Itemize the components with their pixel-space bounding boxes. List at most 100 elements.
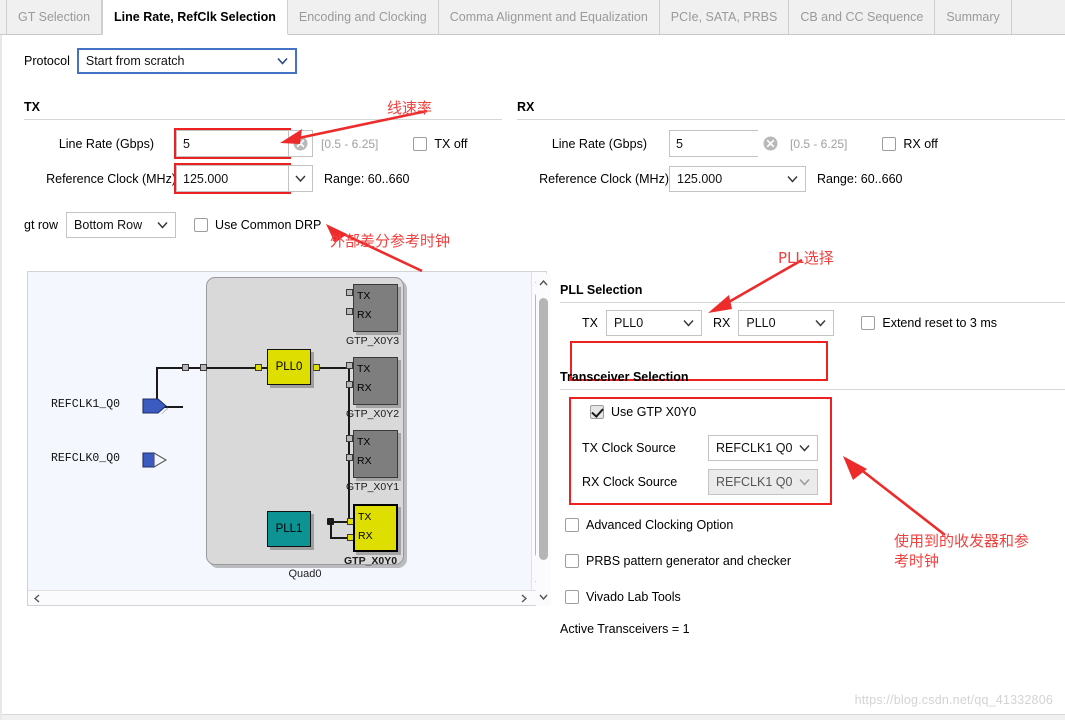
clear-circle-x-icon bbox=[763, 136, 777, 151]
tx-refclk-input[interactable]: 125.000 bbox=[174, 163, 291, 194]
gtp-x0y1-block[interactable]: TX RX bbox=[353, 430, 398, 478]
tx-off-label: TX off bbox=[434, 136, 468, 151]
line-rate-annotation-text: 线速率 bbox=[387, 99, 433, 117]
wire-pin-pll0-in bbox=[255, 364, 262, 371]
chevron-down-icon bbox=[787, 175, 798, 183]
checkbox-box bbox=[565, 554, 579, 568]
tx-section-title: TX bbox=[24, 100, 40, 114]
chevron-down-icon bbox=[277, 57, 288, 65]
tx-section-rule bbox=[24, 119, 502, 120]
pll0-block[interactable]: PLL0 bbox=[267, 349, 311, 385]
scroll-down-arrow-icon[interactable] bbox=[536, 589, 551, 605]
right-pane-vertical-scrollbar[interactable] bbox=[536, 274, 551, 606]
gtp0-tx-port-label: TX bbox=[358, 511, 372, 523]
rx-line-rate-range: [0.5 - 6.25] bbox=[790, 136, 848, 151]
tx-line-rate-clear-button[interactable] bbox=[289, 130, 313, 157]
pll-selection-rule bbox=[560, 302, 1065, 303]
gtp1-tx-port-label: TX bbox=[357, 436, 371, 448]
gt-row-row: gt row Bottom Row Use Common DRP bbox=[24, 212, 321, 238]
tab-label: Summary bbox=[946, 10, 1000, 24]
gtp3-tx-pin bbox=[346, 289, 353, 296]
protocol-select[interactable]: Start from scratch bbox=[76, 48, 297, 74]
chevron-down-icon bbox=[295, 175, 306, 182]
protocol-selected-value: Start from scratch bbox=[85, 54, 185, 68]
gtp2-rx-pin bbox=[346, 381, 353, 388]
chevron-down-icon bbox=[157, 221, 168, 229]
rx-off-checkbox[interactable]: RX off bbox=[882, 136, 938, 151]
gtp-x0y2-block[interactable]: TX RX bbox=[353, 357, 398, 405]
rx-refclk-select[interactable]: 125.000 bbox=[669, 166, 806, 192]
gtp-x0y3-block[interactable]: TX RX bbox=[353, 284, 398, 332]
pll-rx-select[interactable]: PLL0 bbox=[738, 310, 835, 336]
use-gtp-x0y0-label: Use GTP X0Y0 bbox=[611, 405, 697, 419]
pll0-label: PLL0 bbox=[275, 361, 303, 373]
protocol-label: Protocol bbox=[24, 54, 70, 68]
tx-line-rate-row: Line Rate (Gbps) 5 [0.5 - 6.25] TX off bbox=[24, 128, 468, 159]
gtp2-tx-port-label: TX bbox=[357, 363, 371, 375]
pll-tx-label: TX bbox=[582, 316, 598, 330]
blog-watermark: https://blog.csdn.net/qq_41332806 bbox=[854, 693, 1053, 707]
pll-selection-row: TX PLL0 RX PLL0 Extend reset to 3 ms bbox=[582, 310, 997, 336]
tx-clock-source-select[interactable]: REFCLK1 Q0 bbox=[708, 435, 818, 461]
pll1-label: PLL1 bbox=[275, 523, 303, 535]
pll-selection-annotation-text: PLL选择 bbox=[778, 249, 834, 267]
tab-bar-left-edge bbox=[0, 0, 7, 34]
tab-label: GT Selection bbox=[18, 10, 91, 24]
use-common-drp-checkbox[interactable]: Use Common DRP bbox=[194, 218, 321, 232]
vivado-lab-tools-checkbox[interactable]: Vivado Lab Tools bbox=[565, 590, 681, 604]
gtp3-rx-pin bbox=[346, 308, 353, 315]
gtp-x0y0-block[interactable]: TX RX bbox=[353, 504, 398, 552]
pll-tx-select[interactable]: PLL0 bbox=[605, 310, 702, 336]
tx-refclk-row: Reference Clock (MHz) 125.000 Range: 60.… bbox=[24, 163, 410, 194]
wizard-tab-bar: GT Selection Line Rate, RefClk Selection… bbox=[0, 0, 1065, 35]
checkbox-box bbox=[194, 218, 209, 232]
extend-reset-checkbox[interactable]: Extend reset to 3 ms bbox=[861, 316, 997, 330]
tx-refclk-dropdown-button[interactable] bbox=[289, 165, 313, 192]
scroll-right-arrow-icon[interactable] bbox=[516, 591, 532, 605]
gt-row-select[interactable]: Bottom Row bbox=[66, 212, 177, 238]
transceiver-wizard-window: GT Selection Line Rate, RefClk Selection… bbox=[0, 0, 1065, 720]
tab-summary[interactable]: Summary bbox=[935, 0, 1012, 34]
tab-line-rate-refclk-selection[interactable]: Line Rate, RefClk Selection bbox=[102, 0, 288, 35]
gtp1-rx-pin bbox=[346, 454, 353, 461]
used-transceiver-annotation-arrow bbox=[843, 456, 946, 537]
tab-comma-alignment-and-equalization[interactable]: Comma Alignment and Equalization bbox=[438, 0, 660, 34]
transceiver-diagram-panel[interactable]: Quad0 REFCLK1_Q0 REFCLK0_Q0 PLL0 PLL1 TX… bbox=[27, 271, 547, 606]
refclk1-q0-label: REFCLK1_Q0 bbox=[51, 398, 121, 411]
tx-clock-source-row: TX Clock Source REFCLK1 Q0 bbox=[582, 435, 818, 461]
right-pane-vscroll-thumb[interactable] bbox=[539, 298, 548, 560]
use-gtp-x0y0-checkbox[interactable]: Use GTP X0Y0 bbox=[590, 405, 696, 419]
rx-refclk-selected-value: 125.000 bbox=[677, 172, 723, 186]
rx-line-rate-clear-button[interactable] bbox=[758, 130, 782, 157]
advanced-clocking-option-checkbox[interactable]: Advanced Clocking Option bbox=[565, 518, 733, 532]
pll1-block[interactable]: PLL1 bbox=[267, 511, 311, 547]
tab-pcie-sata-prbs[interactable]: PCIe, SATA, PRBS bbox=[659, 0, 790, 34]
transceiver-selection-rule bbox=[560, 389, 1065, 390]
wire-pin-pll0-out bbox=[313, 364, 320, 371]
refclk1-q0-port-icon[interactable] bbox=[142, 398, 168, 414]
rx-clock-source-select[interactable]: REFCLK1 Q0 bbox=[708, 469, 818, 495]
pll-rx-selected-value: PLL0 bbox=[746, 316, 776, 330]
rx-clock-source-selected-value: REFCLK1 Q0 bbox=[716, 475, 793, 489]
refclk0-q0-port-icon[interactable] bbox=[142, 452, 168, 468]
rx-refclk-row: Reference Clock (MHz) 125.000 Range: 60.… bbox=[517, 166, 903, 192]
active-transceivers-count: Active Transceivers = 1 bbox=[560, 622, 690, 636]
wizard-page-body: Protocol Start from scratch TX Line Rate… bbox=[0, 35, 1065, 720]
tab-gt-selection[interactable]: GT Selection bbox=[7, 0, 103, 34]
tab-encoding-and-clocking[interactable]: Encoding and Clocking bbox=[287, 0, 439, 34]
chevron-down-icon bbox=[815, 319, 826, 327]
pll-selection-title: PLL Selection bbox=[560, 283, 643, 297]
chevron-down-icon bbox=[683, 319, 694, 327]
prbs-pattern-label: PRBS pattern generator and checker bbox=[586, 554, 791, 568]
tx-off-checkbox[interactable]: TX off bbox=[413, 136, 468, 151]
gtp3-rx-port-label: RX bbox=[357, 309, 372, 321]
diagram-horizontal-scrollbar[interactable] bbox=[28, 590, 546, 605]
tx-clock-source-selected-value: REFCLK1 Q0 bbox=[716, 441, 793, 455]
scroll-up-arrow-icon[interactable] bbox=[536, 275, 551, 291]
prbs-pattern-checkbox[interactable]: PRBS pattern generator and checker bbox=[565, 554, 791, 568]
tx-line-rate-input[interactable]: 5 bbox=[174, 128, 291, 159]
gtp-x0y2-label: GTP_X0Y2 bbox=[346, 408, 400, 420]
scroll-left-arrow-icon[interactable] bbox=[29, 591, 45, 605]
tab-cb-and-cc-sequence[interactable]: CB and CC Sequence bbox=[789, 0, 936, 34]
gtp1-rx-port-label: RX bbox=[357, 455, 372, 467]
